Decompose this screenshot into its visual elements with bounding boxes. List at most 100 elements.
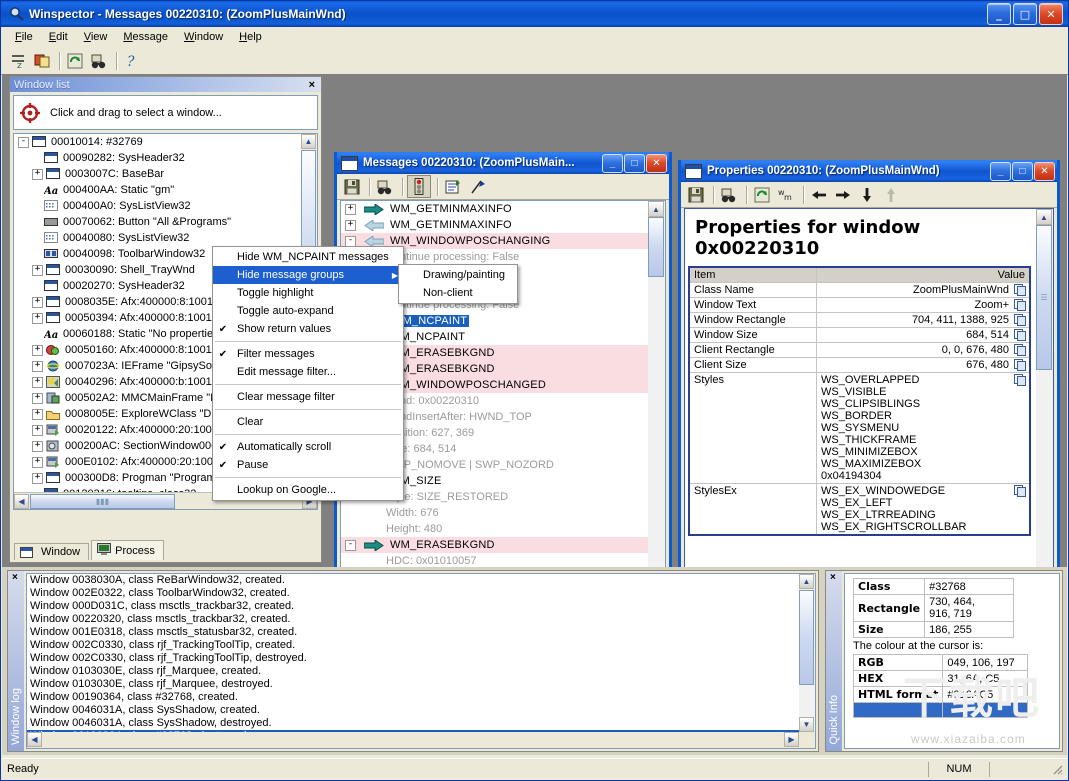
expand-icon[interactable]: + (32, 264, 43, 276)
message-detail-row[interactable]: Width: 676 (341, 505, 648, 521)
tree-item[interactable]: +0003007C: BaseBar (14, 166, 301, 182)
tree-scroll-up-button[interactable]: ▲ (301, 134, 316, 149)
context-menu-item[interactable]: Lookup on Google... (213, 481, 403, 499)
properties-content[interactable]: Properties for window 0x00220310 Item Va… (684, 208, 1054, 619)
context-menu-item[interactable]: ✔ Pause (213, 456, 403, 474)
resize-grip[interactable] (1050, 762, 1064, 776)
context-menu-item[interactable]: Clear (213, 413, 403, 431)
collapse-icon[interactable]: - (345, 235, 356, 247)
log-line[interactable]: Window 0038030A, class ReBarWindow32, cr… (27, 574, 799, 587)
spy-binoculars-icon[interactable] (88, 51, 110, 72)
hide-message-groups-submenu[interactable]: Drawing/painting Non-client (398, 264, 518, 304)
menu-edit[interactable]: Edit (41, 29, 76, 45)
log-line[interactable]: Window 002E0322, class ToolbarWindow32, … (27, 587, 799, 600)
crosshair-target-icon[interactable] (20, 102, 40, 123)
properties-row[interactable]: Class Name ZoomPlusMainWnd (688, 282, 1031, 298)
refresh-icon[interactable] (751, 184, 773, 205)
messages-maximize-button[interactable]: □ (624, 153, 645, 173)
window-log-hscrollbar[interactable]: ◀ ▶ (27, 732, 815, 748)
forward-arrow-icon[interactable] (832, 184, 854, 205)
copy-icon[interactable] (1014, 284, 1027, 296)
expand-icon[interactable]: + (32, 344, 43, 356)
messages-close-button[interactable]: ✕ (646, 153, 667, 173)
tree-item[interactable]: - 00010014: #32769 (14, 134, 301, 150)
log-line[interactable]: Window 0103030E, class rjf_Marquee, dest… (27, 678, 799, 691)
tree-item[interactable]: 000400A0: SysListView32 (14, 198, 301, 214)
expand-icon[interactable]: + (32, 360, 43, 372)
properties-row[interactable]: Styles WS_OVERLAPPED WS_VISIBLE WS_CLIPSIBL… (688, 372, 1031, 484)
expand-icon[interactable]: + (345, 219, 356, 231)
properties-row[interactable]: Client Rectangle 0, 0, 676, 480 (688, 342, 1031, 358)
refresh-icon[interactable] (64, 51, 86, 72)
properties-row[interactable]: Window Rectangle 704, 411, 1388, 925 (688, 312, 1031, 328)
maximize-button[interactable]: □ (1013, 3, 1037, 25)
quick-info-close-icon[interactable]: × (830, 572, 836, 583)
copy-icon[interactable] (1014, 485, 1027, 497)
log-line[interactable]: Window 001E0318, class msctls_statusbar3… (27, 626, 799, 639)
copy-icon[interactable] (1014, 299, 1027, 311)
tab-window[interactable]: Window (14, 543, 90, 560)
down-arrow-icon[interactable] (856, 184, 878, 205)
context-menu-item[interactable]: Toggle highlight (213, 284, 403, 302)
expand-icon[interactable]: + (32, 472, 43, 484)
copy-icon[interactable] (1014, 329, 1027, 341)
message-scroll-up-button[interactable]: ▲ (648, 201, 664, 217)
expand-icon[interactable]: + (345, 203, 356, 215)
expand-icon[interactable]: + (32, 408, 43, 420)
window-list-close-icon[interactable]: × (309, 79, 317, 91)
tree-item[interactable]: 00040080: SysListView32 (14, 230, 301, 246)
expand-icon[interactable]: + (32, 376, 43, 388)
log-scroll-down-button[interactable]: ▼ (799, 717, 814, 732)
messages-minimize-button[interactable]: _ (602, 153, 623, 173)
expand-icon[interactable]: + (32, 392, 43, 404)
window-picker-box[interactable]: Click and drag to select a window... (13, 95, 318, 130)
properties-minimize-button[interactable]: _ (990, 161, 1011, 181)
properties-icon[interactable] (442, 176, 464, 197)
log-line[interactable]: Window 00190364, class #32768, created. (27, 691, 799, 704)
context-menu-item[interactable]: Drawing/painting (399, 266, 517, 284)
properties-scroll-thumb[interactable]: ☰ (1036, 225, 1052, 370)
flag-icon[interactable] (466, 176, 488, 197)
log-hscroll-right-button[interactable]: ▶ (784, 732, 799, 747)
tab-process[interactable]: Process (91, 540, 164, 560)
properties-maximize-button[interactable]: □ (1012, 161, 1033, 181)
spy-binoculars-icon[interactable] (374, 176, 396, 197)
log-scroll-thumb[interactable] (799, 590, 814, 685)
expand-icon[interactable]: + (32, 424, 43, 436)
tree-scroll-left-button[interactable]: ◀ (14, 493, 29, 509)
menu-view[interactable]: View (76, 29, 116, 45)
back-arrow-icon[interactable] (808, 184, 830, 205)
close-button[interactable]: ✕ (1039, 3, 1063, 25)
context-menu-item[interactable]: ✔ Show return values (213, 320, 403, 338)
properties-row[interactable]: Client Size 676, 480 (688, 357, 1031, 373)
log-scroll-up-button[interactable]: ▲ (799, 574, 814, 589)
expand-icon[interactable]: + (32, 296, 43, 308)
properties-row[interactable]: StylesEx WS_EX_WINDOWEDGE WS_EX_LEFT WS_EX_… (688, 483, 1031, 536)
message-row[interactable]: + WM_GETMINMAXINFO (341, 201, 648, 217)
save-icon[interactable] (341, 176, 363, 197)
log-line[interactable]: Window 000D031C, class msctls_trackbar32… (27, 600, 799, 613)
context-menu-item[interactable]: Hide message groups ▶ (213, 266, 403, 284)
expand-icon[interactable]: + (32, 456, 43, 468)
menu-help[interactable]: Help (231, 29, 270, 45)
expand-icon[interactable]: + (32, 168, 43, 180)
log-line[interactable]: Window 002C0330, class rjf_TrackingToolT… (27, 652, 799, 665)
log-line[interactable]: Window 0046031A, class SysShadow, create… (27, 704, 799, 717)
window-log-close-icon[interactable]: × (12, 572, 18, 583)
cascade-icon[interactable] (31, 51, 53, 72)
copy-icon[interactable] (1014, 314, 1027, 326)
tree-item[interactable]: 00070062: Button "All &Programs" (14, 214, 301, 230)
collapse-icon[interactable]: - (345, 539, 356, 551)
tree-item[interactable]: 00090282: SysHeader32 (14, 150, 301, 166)
expand-icon[interactable]: + (32, 440, 43, 452)
log-line[interactable]: Window 0103030E, class rjf_Marquee, crea… (27, 665, 799, 678)
context-menu-item[interactable]: Hide WM_NCPAINT messages (213, 248, 403, 266)
spy-binoculars-icon[interactable] (718, 184, 740, 205)
menu-message[interactable]: Message (115, 29, 176, 45)
menu-file[interactable]: File (7, 29, 41, 45)
message-list-vscrollbar[interactable]: ▲ ▼ (648, 201, 665, 621)
tree-item[interactable]: Aa 000400AA: Static "gm" (14, 182, 301, 198)
window-log-vscrollbar[interactable]: ▲ ▼ (799, 574, 815, 732)
subscript-icon[interactable]: z (7, 51, 29, 72)
message-detail-row[interactable]: Height: 480 (341, 521, 648, 537)
